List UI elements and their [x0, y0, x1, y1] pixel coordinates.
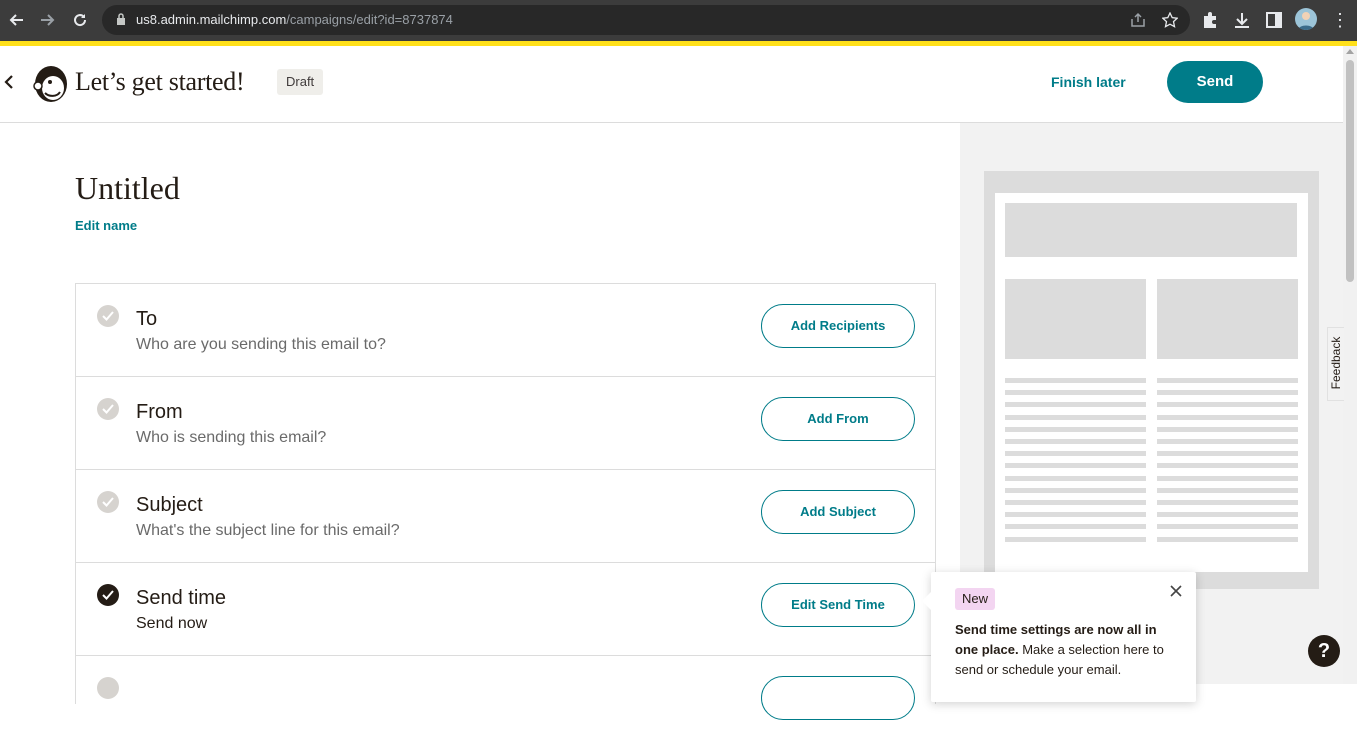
reload-icon[interactable] — [68, 8, 92, 32]
checklist-row-to: To Who are you sending this email to? Ad… — [76, 284, 935, 377]
checklist-subtitle: Who are you sending this email to? — [136, 336, 386, 353]
tooltip-body: Send time settings are now all in one pl… — [955, 620, 1175, 680]
feedback-label: Feedback — [1329, 336, 1343, 390]
send-button[interactable]: Send — [1167, 61, 1263, 103]
share-icon[interactable] — [1130, 12, 1146, 28]
preview-text-line — [1157, 524, 1298, 530]
incomplete-check-icon — [97, 491, 119, 513]
back-arrow-icon[interactable] — [4, 8, 28, 32]
finish-later-link[interactable]: Finish later — [1051, 74, 1126, 90]
email-preview-body — [995, 193, 1308, 572]
checklist-title: Send time — [136, 587, 227, 609]
checklist-subtitle: What's the subject line for this email? — [136, 522, 400, 539]
checklist-title: Subject — [136, 494, 203, 516]
forward-arrow-icon[interactable] — [36, 8, 60, 32]
preview-text-line — [1157, 378, 1298, 383]
preview-text-line — [1005, 475, 1146, 481]
edit-name-link[interactable]: Edit name — [75, 218, 137, 233]
mailchimp-logo-icon — [33, 66, 67, 102]
add-subject-button[interactable]: Add Subject — [761, 490, 915, 534]
help-button[interactable]: ? — [1308, 635, 1340, 667]
preview-text-line — [1005, 536, 1146, 542]
preview-text-line — [1005, 451, 1146, 457]
checklist-subtitle: Send now — [136, 615, 208, 632]
checklist-title: From — [136, 401, 183, 423]
preview-text-line — [1157, 512, 1298, 518]
preview-text-line — [1157, 426, 1298, 432]
checklist-title: To — [136, 308, 158, 330]
url-text: us8.admin.mailchimp.com/campaigns/edit?i… — [136, 12, 453, 27]
preview-text-line — [1005, 500, 1146, 505]
incomplete-check-icon — [97, 305, 119, 327]
checklist-row-from: From Who is sending this email? Add From — [76, 377, 935, 470]
preview-text-line — [1005, 390, 1146, 396]
preview-text-line — [1005, 378, 1146, 383]
feedback-tab[interactable]: Feedback — [1327, 327, 1344, 401]
preview-image-block — [1157, 279, 1298, 359]
tooltip-caret — [922, 592, 931, 610]
incomplete-check-icon — [97, 398, 119, 420]
extensions-icon[interactable] — [1200, 10, 1220, 30]
status-badge: Draft — [277, 69, 324, 95]
preview-text-line — [1005, 512, 1146, 518]
add-from-button[interactable]: Add From — [761, 397, 915, 441]
preview-header-block — [1005, 203, 1297, 257]
profile-avatar[interactable] — [1295, 8, 1317, 30]
preview-text-line — [1157, 463, 1298, 469]
preview-text-line — [1005, 487, 1146, 493]
campaign-header: Let’s get started! Draft Finish later Se… — [0, 46, 1343, 123]
page-title: Let’s get started! — [75, 67, 245, 96]
page-scrollbar[interactable] — [1343, 46, 1357, 684]
preview-text-line — [1005, 402, 1146, 408]
new-badge: New — [955, 588, 996, 610]
address-bar[interactable]: us8.admin.mailchimp.com/campaigns/edit?i… — [102, 5, 1190, 35]
preview-text-line — [1005, 439, 1146, 444]
checklist-subtitle: Who is sending this email? — [136, 429, 327, 446]
incomplete-check-icon — [97, 677, 119, 699]
browser-menu-icon[interactable]: ⋮ — [1331, 10, 1349, 30]
checklist-action-button[interactable] — [761, 676, 915, 720]
close-icon[interactable] — [1167, 582, 1185, 600]
preview-text-line — [1157, 414, 1298, 420]
download-icon[interactable] — [1232, 10, 1252, 30]
preview-text-line — [1005, 426, 1146, 432]
preview-text-line — [1157, 402, 1298, 408]
scrollbar-thumb[interactable] — [1346, 60, 1354, 282]
edit-send-time-button[interactable]: Edit Send Time — [761, 583, 915, 627]
checklist-row-partial — [76, 656, 935, 748]
preview-image-block — [1005, 279, 1146, 359]
send-time-tooltip: New Send time settings are now all in on… — [922, 572, 1196, 702]
preview-text-line — [1157, 451, 1298, 457]
add-recipients-button[interactable]: Add Recipients — [761, 304, 915, 348]
preview-text-line — [1157, 500, 1298, 505]
campaign-name: Untitled — [75, 170, 180, 206]
checklist-row-send-time: Send time Send now Edit Send Time — [76, 563, 935, 656]
lock-icon — [117, 13, 125, 25]
side-panel-icon[interactable] — [1264, 10, 1284, 30]
preview-text-line — [1157, 439, 1298, 444]
checklist-row-subject: Subject What's the subject line for this… — [76, 470, 935, 563]
scroll-up-arrow-icon[interactable] — [1346, 49, 1354, 54]
preview-text-line — [1005, 463, 1146, 469]
preview-text-line — [1157, 536, 1298, 542]
preview-text-line — [1157, 487, 1298, 493]
preview-text-line — [1005, 414, 1146, 420]
back-chevron-icon[interactable] — [3, 72, 19, 92]
preview-text-line — [1157, 390, 1298, 396]
bookmark-star-icon[interactable] — [1162, 12, 1178, 28]
campaign-checklist: To Who are you sending this email to? Ad… — [75, 283, 936, 720]
complete-check-icon — [97, 584, 119, 606]
preview-text-line — [1005, 524, 1146, 530]
browser-toolbar: us8.admin.mailchimp.com/campaigns/edit?i… — [0, 0, 1357, 41]
preview-text-line — [1157, 475, 1298, 481]
